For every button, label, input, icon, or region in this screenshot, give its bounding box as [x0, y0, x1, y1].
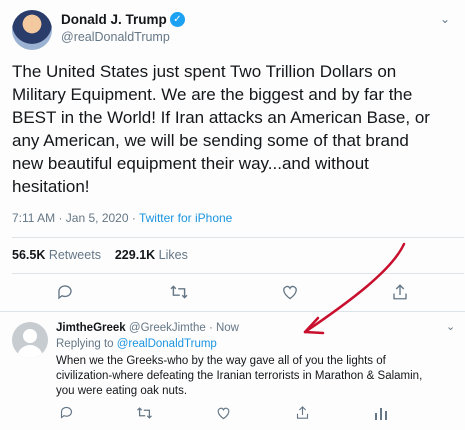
replying-to: Replying to @realDonaldTrump: [56, 338, 217, 350]
chevron-down-icon[interactable]: ⌄: [446, 320, 455, 333]
author-name[interactable]: Donald J. Trump: [61, 12, 167, 27]
retweet-icon[interactable]: [169, 284, 189, 300]
reply-author-name[interactable]: JimtheGreek: [56, 322, 126, 334]
reply-icon[interactable]: [56, 283, 74, 301]
like-icon[interactable]: [281, 284, 299, 300]
share-icon[interactable]: [296, 405, 309, 420]
reply-text: When we the Greeks-who by the way gave a…: [56, 354, 461, 399]
tweet-meta: 7:11 AM · Jan 5, 2020 · Twitter for iPho…: [12, 211, 232, 225]
reply-line: you were eating oak nuts.: [56, 385, 188, 397]
retweet-icon[interactable]: [136, 406, 153, 420]
reply-icon[interactable]: [59, 405, 74, 420]
chevron-down-icon[interactable]: ⌄: [440, 12, 450, 26]
tweet-line: new beautiful equipment their way...and …: [12, 154, 369, 173]
replying-to-handle[interactable]: @realDonaldTrump: [117, 338, 217, 350]
reply-avatar[interactable]: [12, 322, 48, 358]
tweet-text: The United States just spent Two Trillio…: [12, 60, 462, 198]
share-icon[interactable]: [392, 283, 408, 301]
like-icon[interactable]: [216, 406, 231, 420]
divider: [12, 237, 464, 238]
tweet-line: The United States just spent Two Trillio…: [12, 62, 397, 81]
reply-line: When we the Greeks-who by the way gave a…: [56, 355, 386, 367]
retweets-stat[interactable]: 56.5K Retweets: [12, 248, 101, 262]
author-avatar[interactable]: [12, 10, 52, 50]
verified-icon: ✓: [170, 12, 185, 27]
tweet-source[interactable]: Twitter for iPhone: [139, 211, 232, 225]
reply-line: civilization-where defeating the Iranian…: [56, 370, 423, 382]
divider: [0, 311, 465, 312]
tweet-timestamp[interactable]: 7:11 AM · Jan 5, 2020 ·: [12, 211, 139, 225]
tweet-line: BEST in the World! If Iran attacks an Am…: [12, 108, 430, 127]
author-handle[interactable]: @realDonaldTrump: [61, 30, 170, 44]
tweet-stats: 56.5K Retweets 229.1K Likes: [12, 248, 188, 262]
reply-header: JimtheGreek @GreekJimthe · Now: [56, 322, 239, 334]
tweet-line: hesitation!: [12, 177, 90, 196]
tweet-line: any American, we will be sending some of…: [12, 131, 409, 150]
likes-stat[interactable]: 229.1K Likes: [115, 248, 188, 262]
divider: [12, 273, 464, 274]
tweet-line: Military Equipment. We are the biggest a…: [12, 85, 413, 104]
reply-author-handle[interactable]: @GreekJimthe · Now: [129, 322, 239, 334]
analytics-icon[interactable]: [375, 406, 387, 420]
